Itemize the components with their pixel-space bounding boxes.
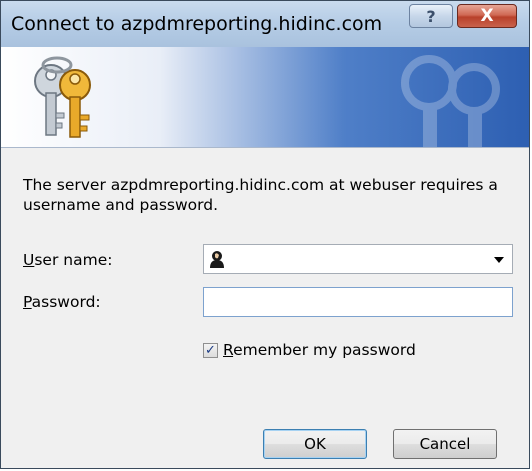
- auth-message: The server azpdmreporting.hidinc.com at …: [23, 176, 498, 214]
- remember-password[interactable]: ✓ Remember my password: [203, 341, 416, 359]
- ok-button[interactable]: OK: [263, 429, 367, 459]
- remember-label-text: emember my password: [233, 341, 416, 359]
- password-field[interactable]: [203, 287, 513, 317]
- remember-label: Remember my password: [223, 341, 416, 359]
- password-label-accelerator: P: [23, 293, 32, 311]
- username-combo[interactable]: [203, 244, 513, 274]
- keys-icon: [34, 56, 91, 138]
- remember-checkbox[interactable]: ✓: [203, 342, 218, 358]
- username-label-text: ser name:: [34, 251, 113, 269]
- username-label: User name:: [23, 251, 112, 269]
- cancel-button[interactable]: Cancel: [393, 429, 497, 459]
- keys-watermark-icon: [401, 55, 500, 147]
- checkmark-icon: ✓: [205, 342, 216, 358]
- remember-label-accelerator: R: [223, 341, 234, 359]
- close-button[interactable]: X: [457, 4, 517, 28]
- username-label-accelerator: U: [23, 251, 35, 269]
- password-label: Password:: [23, 293, 101, 311]
- title-bar[interactable]: Connect to azpdmreporting.hidinc.com ? X: [1, 1, 529, 48]
- help-button[interactable]: ?: [409, 4, 453, 28]
- connect-dialog: Connect to azpdmreporting.hidinc.com ? X: [0, 0, 530, 469]
- banner: [1, 47, 529, 148]
- window-title: Connect to azpdmreporting.hidinc.com: [11, 13, 383, 35]
- user-icon: [210, 251, 224, 268]
- password-label-text: assword:: [31, 293, 101, 311]
- chevron-down-icon[interactable]: [494, 257, 504, 263]
